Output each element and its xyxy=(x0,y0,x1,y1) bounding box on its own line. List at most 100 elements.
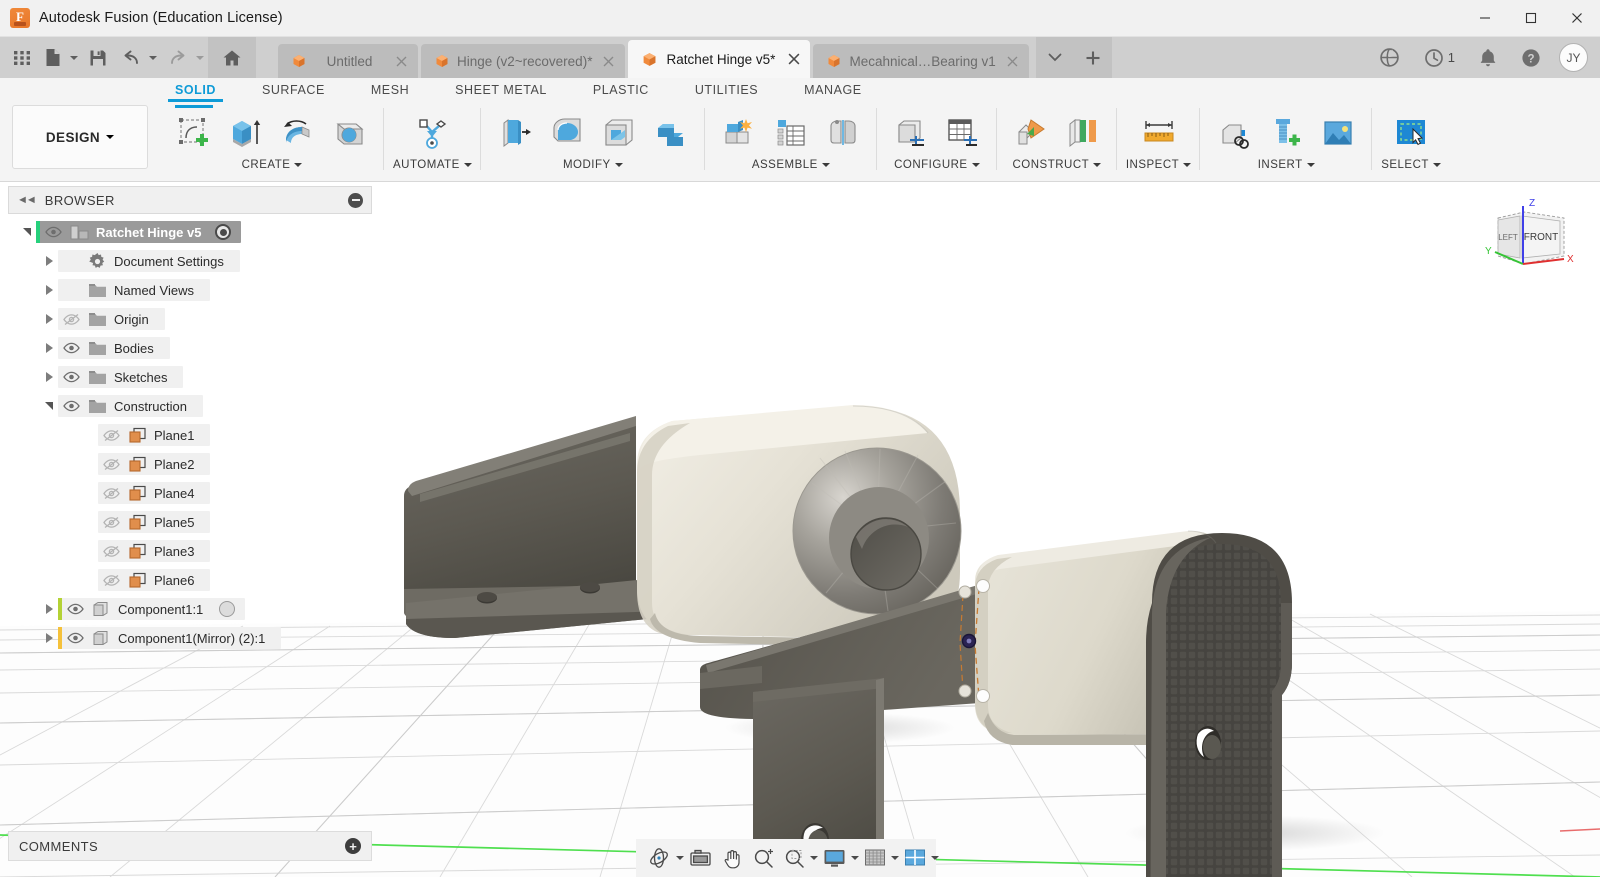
eye-hidden-icon[interactable] xyxy=(98,516,124,529)
tree-row-content[interactable]: Named Views xyxy=(58,279,210,301)
viewports-caret-icon[interactable] xyxy=(931,842,939,874)
tree-row-content[interactable]: Component1:1 xyxy=(58,598,246,620)
tree-node[interactable]: Component1(Mirror) (2):1 xyxy=(8,626,372,650)
help-question-icon[interactable]: ? xyxy=(1509,37,1553,78)
expand-triangle-icon[interactable] xyxy=(40,626,58,650)
eye-visible-icon[interactable] xyxy=(62,632,88,644)
zoom-magnifier-icon[interactable] xyxy=(748,842,779,874)
tree-row-content[interactable]: Ratchet Hinge v5 xyxy=(36,221,242,243)
offset-plane-icon[interactable] xyxy=(1006,108,1056,158)
tree-node[interactable]: Construction xyxy=(8,394,372,418)
save-button[interactable] xyxy=(82,37,114,78)
new-document-button[interactable] xyxy=(38,37,69,78)
ribbon-group-label[interactable]: ASSEMBLE xyxy=(752,159,830,171)
bell-icon[interactable] xyxy=(1467,37,1509,78)
view-cube[interactable]: LEFT FRONT Z Y X xyxy=(1468,190,1578,285)
ribbon-group-label[interactable]: CREATE xyxy=(242,159,303,171)
ribbon-group-label[interactable]: MODIFY xyxy=(563,159,623,171)
document-tab-hinge[interactable]: Hinge (v2~recovered)* xyxy=(421,44,626,78)
configure-table-icon[interactable] xyxy=(938,108,988,158)
job-status-clock-icon[interactable]: 1 xyxy=(1412,37,1467,78)
component-activate-circle[interactable] xyxy=(219,601,236,617)
tree-row-content[interactable]: Bodies xyxy=(58,337,170,359)
tree-row-content[interactable]: Document Settings xyxy=(58,250,240,272)
ribbon-group-label[interactable]: SELECT xyxy=(1381,159,1441,171)
collapse-triangle-icon[interactable] xyxy=(40,394,58,418)
tree-row-content[interactable]: Component1(Mirror) (2):1 xyxy=(58,627,282,649)
tree-node[interactable]: Plane3 xyxy=(8,539,372,563)
active-component-radio[interactable] xyxy=(215,224,232,240)
undo-caret[interactable] xyxy=(148,37,161,78)
user-avatar[interactable]: JY xyxy=(1559,43,1588,72)
ribbon-group-label[interactable]: AUTOMATE xyxy=(393,159,472,171)
ribbon-tab-mesh[interactable]: MESH xyxy=(348,78,432,102)
document-tab-ratchet-hinge[interactable]: Ratchet Hinge v5* xyxy=(628,40,811,78)
sweep-icon[interactable] xyxy=(325,108,375,158)
press-pull-icon[interactable] xyxy=(490,108,540,158)
tree-row-content[interactable]: Plane1 xyxy=(98,424,211,446)
document-tab-untitled[interactable]: Untitled xyxy=(278,44,418,78)
tree-row-content[interactable]: Plane6 xyxy=(98,569,211,591)
ribbon-group-label[interactable]: CONFIGURE xyxy=(894,159,980,171)
ribbon-tab-sheet-metal[interactable]: SHEET METAL xyxy=(432,78,570,102)
zoom-window-caret-icon[interactable] xyxy=(810,842,818,874)
tree-node[interactable]: Named Views xyxy=(8,278,372,302)
tree-row-content[interactable]: Plane2 xyxy=(98,453,211,475)
eye-hidden-icon[interactable] xyxy=(98,574,124,587)
new-component-icon[interactable] xyxy=(714,108,764,158)
midplane-icon[interactable] xyxy=(1058,108,1108,158)
ribbon-tab-plastic[interactable]: PLASTIC xyxy=(570,78,672,102)
expand-triangle-icon[interactable] xyxy=(40,307,58,331)
orbit-caret-icon[interactable] xyxy=(676,842,684,874)
ribbon-tab-solid[interactable]: SOLID xyxy=(152,78,239,102)
document-tab-close-icon[interactable] xyxy=(785,51,802,68)
display-monitor-icon[interactable] xyxy=(818,842,851,874)
tree-node[interactable]: Plane2 xyxy=(8,452,372,476)
new-document-caret[interactable] xyxy=(69,37,82,78)
ribbon-group-label[interactable]: CONSTRUCT xyxy=(1012,159,1102,171)
expand-triangle-icon[interactable] xyxy=(40,278,58,302)
home-button[interactable] xyxy=(208,37,256,78)
tree-node[interactable]: Component1:1 xyxy=(8,597,372,621)
tree-row-content[interactable]: Construction xyxy=(58,395,203,417)
ribbon-group-label[interactable]: INSERT xyxy=(1258,159,1315,171)
redo-button[interactable] xyxy=(161,37,195,78)
tree-node[interactable]: Plane1 xyxy=(8,423,372,447)
collapse-triangle-icon[interactable] xyxy=(18,220,36,244)
eye-visible-icon[interactable] xyxy=(62,603,88,615)
insert-canvas-icon[interactable] xyxy=(1313,108,1363,158)
revolve-icon[interactable] xyxy=(273,108,323,158)
configure-part-icon[interactable] xyxy=(886,108,936,158)
select-window-icon[interactable] xyxy=(1386,108,1436,158)
workspace-selector[interactable]: DESIGN xyxy=(12,105,148,169)
eye-hidden-icon[interactable] xyxy=(98,429,124,442)
redo-caret[interactable] xyxy=(195,37,208,78)
tree-node[interactable]: Plane4 xyxy=(8,481,372,505)
tree-row-content[interactable]: Plane5 xyxy=(98,511,211,533)
mirror-joint-icon[interactable] xyxy=(818,108,868,158)
fillet-icon[interactable] xyxy=(542,108,592,158)
create-sketch-icon[interactable] xyxy=(169,105,219,158)
document-tab-mechanical-bearing[interactable]: Mecahnical…Bearing v1 xyxy=(813,44,1029,78)
insert-mcmaster-icon[interactable] xyxy=(1261,108,1311,158)
measure-ruler-icon[interactable] xyxy=(1134,108,1184,158)
undo-button[interactable] xyxy=(114,37,148,78)
expand-triangle-icon[interactable] xyxy=(40,597,58,621)
new-tab-plus-icon[interactable] xyxy=(1073,37,1112,78)
ribbon-tab-surface[interactable]: SURFACE xyxy=(239,78,348,102)
plus-circle-icon[interactable]: + xyxy=(345,838,361,854)
expand-triangle-icon[interactable] xyxy=(40,365,58,389)
eye-hidden-icon[interactable] xyxy=(98,545,124,558)
shell-icon[interactable] xyxy=(594,108,644,158)
tree-node[interactable]: Sketches xyxy=(8,365,372,389)
display-settings-caret-icon[interactable] xyxy=(851,842,859,874)
tree-node[interactable]: Plane6 xyxy=(8,568,372,592)
ribbon-tab-manage[interactable]: MANAGE xyxy=(781,78,884,102)
grid-icon[interactable] xyxy=(859,842,891,874)
eye-hidden-icon[interactable] xyxy=(98,487,124,500)
close-button[interactable] xyxy=(1554,0,1600,37)
minus-circle-icon[interactable] xyxy=(348,192,363,208)
collapse-left-icon[interactable]: ◄◄ xyxy=(17,194,37,206)
extension-globe-icon[interactable] xyxy=(1367,37,1412,78)
eye-hidden-icon[interactable] xyxy=(58,313,84,326)
